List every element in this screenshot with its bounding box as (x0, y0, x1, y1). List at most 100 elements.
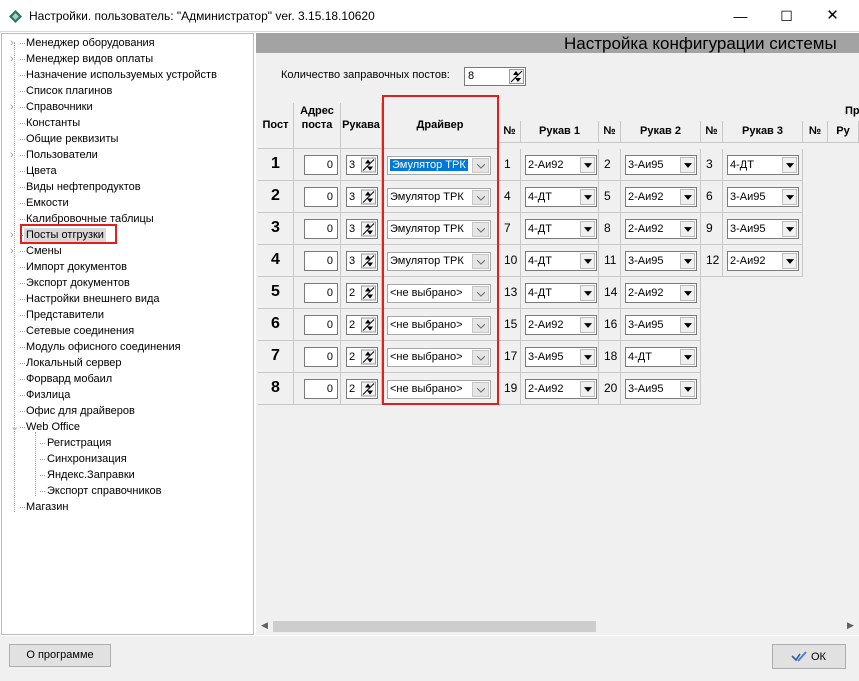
hose-fuel-select[interactable]: 4-ДТ (525, 283, 597, 303)
tree-item[interactable]: Емкости (2, 196, 252, 211)
hose-dropdown-button[interactable] (782, 189, 797, 205)
hose-fuel-select[interactable]: 4-ДТ (525, 251, 597, 271)
tree-item[interactable]: › Менеджер оборудования (2, 36, 252, 51)
spinner-arrows-icon[interactable] (509, 69, 524, 84)
tree-item[interactable]: Назначение используемых устройств (2, 68, 252, 83)
about-button[interactable]: О программе (9, 644, 111, 667)
hoses-count-spinner[interactable]: 3 (346, 251, 378, 271)
tree-item[interactable]: Регистрация (2, 436, 252, 451)
hose-dropdown-button[interactable] (580, 253, 595, 269)
hose-dropdown-button[interactable] (680, 157, 695, 173)
address-input[interactable]: 0 (304, 251, 338, 271)
hose-dropdown-button[interactable] (680, 349, 695, 365)
hose-fuel-select[interactable]: 3-Аи95 (525, 347, 597, 367)
hose-dropdown-button[interactable] (580, 349, 595, 365)
tree-item[interactable]: Магазин (2, 500, 252, 515)
hose-fuel-select[interactable]: 2-Аи92 (525, 315, 597, 335)
expand-arrow-icon[interactable]: › (10, 228, 20, 243)
ok-button[interactable]: ОК (772, 644, 846, 669)
hose-dropdown-button[interactable] (580, 381, 595, 397)
spinner-arrows-icon[interactable] (361, 189, 376, 205)
address-input[interactable]: 0 (304, 379, 338, 399)
expand-arrow-icon[interactable]: › (10, 52, 20, 67)
close-button[interactable]: ✕ (810, 0, 855, 32)
tree-item[interactable]: Офис для драйверов (2, 404, 252, 419)
hose-fuel-select[interactable]: 2-Аи92 (625, 283, 697, 303)
tree-item[interactable]: Яндекс.Заправки (2, 468, 252, 483)
tree-item[interactable]: › Справочники (2, 100, 252, 115)
spinner-arrows-icon[interactable] (361, 317, 376, 333)
hose-dropdown-button[interactable] (782, 221, 797, 237)
tree-item[interactable]: Список плагинов (2, 84, 252, 99)
hose-fuel-select[interactable]: 2-Аи92 (525, 155, 597, 175)
tree-item[interactable]: › Пользователи (2, 148, 252, 163)
hose-fuel-select[interactable]: 4-ДТ (625, 347, 697, 367)
hose-dropdown-button[interactable] (580, 285, 595, 301)
tree-item[interactable]: Форвард мобаил (2, 372, 252, 387)
hose-fuel-select[interactable]: 4-ДТ (727, 155, 799, 175)
hose-dropdown-button[interactable] (680, 189, 695, 205)
hose-dropdown-button[interactable] (580, 221, 595, 237)
tree-item[interactable]: Импорт документов (2, 260, 252, 275)
hose-fuel-select[interactable]: 2-Аи92 (525, 379, 597, 399)
hose-dropdown-button[interactable] (680, 253, 695, 269)
hose-fuel-select[interactable]: 4-ДТ (525, 219, 597, 239)
address-input[interactable]: 0 (304, 283, 338, 303)
tree-item[interactable]: Синхронизация (2, 452, 252, 467)
hoses-count-spinner[interactable]: 2 (346, 315, 378, 335)
hoses-count-spinner[interactable]: 2 (346, 347, 378, 367)
collapse-arrow-icon[interactable]: ⌄ (10, 420, 20, 435)
tree-item[interactable]: Физлица (2, 388, 252, 403)
tree-item[interactable]: Константы (2, 116, 252, 131)
tree-item[interactable]: Представители (2, 308, 252, 323)
tree-item[interactable]: ⌄ Web Office (2, 420, 252, 435)
hoses-count-spinner[interactable]: 3 (346, 219, 378, 239)
spinner-arrows-icon[interactable] (361, 285, 376, 301)
address-input[interactable]: 0 (304, 219, 338, 239)
hose-dropdown-button[interactable] (680, 221, 695, 237)
address-input[interactable]: 0 (304, 155, 338, 175)
tree-item[interactable]: Общие реквизиты (2, 132, 252, 147)
hose-dropdown-button[interactable] (580, 189, 595, 205)
maximize-button[interactable]: ☐ (764, 0, 809, 32)
tree-item[interactable]: Локальный сервер (2, 356, 252, 371)
expand-arrow-icon[interactable]: › (10, 36, 20, 51)
posts-count-spinner[interactable]: 8 (464, 67, 526, 86)
hose-dropdown-button[interactable] (680, 317, 695, 333)
expand-arrow-icon[interactable]: › (10, 244, 20, 259)
settings-tree[interactable]: › Менеджер оборудования › Менеджер видов оп… (1, 33, 254, 635)
spinner-arrows-icon[interactable] (361, 221, 376, 237)
hose-fuel-select[interactable]: 3-Аи95 (625, 251, 697, 271)
scroll-right-icon[interactable]: ▶ (847, 620, 854, 631)
scrollbar-thumb[interactable] (273, 621, 596, 632)
horizontal-scrollbar[interactable]: ◀ ▶ (256, 618, 859, 635)
hose-dropdown-button[interactable] (680, 285, 695, 301)
hoses-count-spinner[interactable]: 3 (346, 155, 378, 175)
spinner-arrows-icon[interactable] (361, 157, 376, 173)
hose-dropdown-button[interactable] (782, 253, 797, 269)
hose-dropdown-button[interactable] (680, 381, 695, 397)
tree-item[interactable]: › Менеджер видов оплаты (2, 52, 252, 67)
hoses-count-spinner[interactable]: 2 (346, 283, 378, 303)
tree-item[interactable]: Цвета (2, 164, 252, 179)
hose-fuel-select[interactable]: 4-ДТ (525, 187, 597, 207)
address-input[interactable]: 0 (304, 315, 338, 335)
hose-fuel-select[interactable]: 3-Аи95 (625, 379, 697, 399)
tree-item[interactable]: Виды нефтепродуктов (2, 180, 252, 195)
hose-fuel-select[interactable]: 3-Аи95 (625, 155, 697, 175)
hose-fuel-select[interactable]: 2-Аи92 (625, 219, 697, 239)
hose-fuel-select[interactable]: 3-Аи95 (625, 315, 697, 335)
tree-item[interactable]: Сетевые соединения (2, 324, 252, 339)
tree-item[interactable]: Настройки внешнего вида (2, 292, 252, 307)
hose-fuel-select[interactable]: 3-Аи95 (727, 187, 799, 207)
spinner-arrows-icon[interactable] (361, 253, 376, 269)
spinner-arrows-icon[interactable] (361, 349, 376, 365)
tree-item[interactable]: Экспорт документов (2, 276, 252, 291)
hoses-count-spinner[interactable]: 3 (346, 187, 378, 207)
hose-fuel-select[interactable]: 2-Аи92 (625, 187, 697, 207)
hose-fuel-select[interactable]: 3-Аи95 (727, 219, 799, 239)
hose-dropdown-button[interactable] (580, 317, 595, 333)
address-input[interactable]: 0 (304, 187, 338, 207)
address-input[interactable]: 0 (304, 347, 338, 367)
scroll-left-icon[interactable]: ◀ (261, 620, 268, 631)
